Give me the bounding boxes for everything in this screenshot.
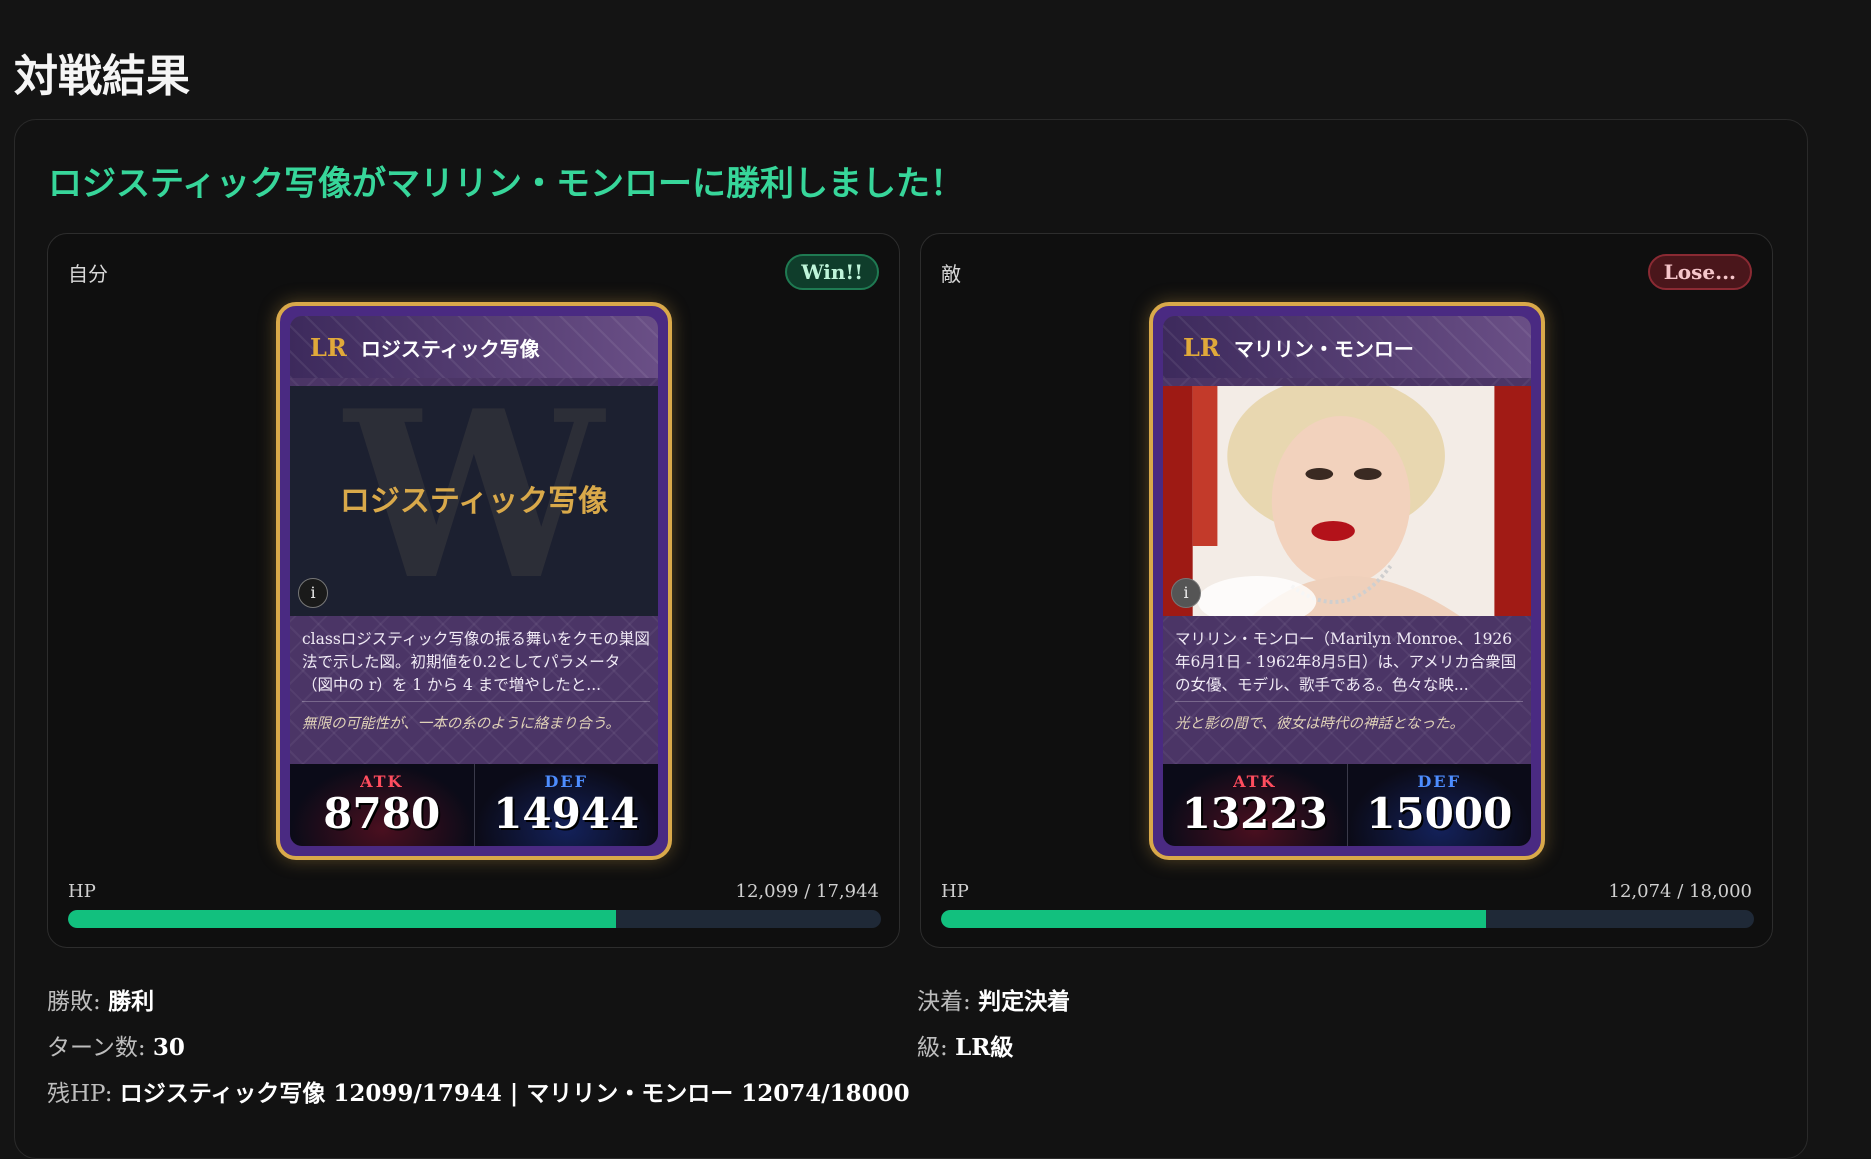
hp-label: HP xyxy=(941,881,969,902)
info-button[interactable]: i xyxy=(298,578,328,608)
outcome-row: 勝敗: 勝利 xyxy=(47,982,154,1016)
player-side-label: 自分 xyxy=(68,262,108,286)
player-card-body: LR ロジスティック写像 W ロジスティック写像 i classロジスティック写… xyxy=(290,316,658,846)
def-value: 15000 xyxy=(1366,789,1513,838)
card-description: classロジスティック写像の振る舞いをクモの巣図法で示した図。初期値を0.2と… xyxy=(302,630,650,694)
card-art: i xyxy=(1163,386,1531,616)
hp-value: 12,074 / 18,000 xyxy=(1608,881,1752,902)
lose-badge: Lose... xyxy=(1647,254,1752,290)
settlement-value: 判定決着 xyxy=(978,988,1071,1015)
hp-bar xyxy=(68,910,881,928)
enemy-side-label: 敵 xyxy=(941,262,961,286)
rank-row: 級: LR級 xyxy=(917,1028,1013,1062)
result-headline: ロジスティック写像がマリリン・モンローに勝利しました！ xyxy=(48,164,964,204)
turns-value: 30 xyxy=(152,1034,185,1061)
rank-value: LR級 xyxy=(955,1034,1014,1061)
atk-value: 13223 xyxy=(1181,789,1328,838)
page-title: 対戦結果 xyxy=(14,51,190,102)
rarity-label: LR xyxy=(1183,332,1220,362)
def-stat: DEF 15000 xyxy=(1346,764,1531,846)
enemy-panel: 敵 Lose... LR マリリン・モンロー i マリリン・モンロー（Maril… xyxy=(920,233,1773,948)
settlement-label: 決着: xyxy=(917,989,979,1015)
player-card[interactable]: LR ロジスティック写像 W ロジスティック写像 i classロジスティック写… xyxy=(276,302,672,860)
enemy-card-body: LR マリリン・モンロー i マリリン・モンロー（Marilyn Monroe、… xyxy=(1163,316,1531,846)
player-panel: 自分 Win!! LR ロジスティック写像 W ロジスティック写像 i clas… xyxy=(47,233,900,948)
outcome-label: 勝敗: xyxy=(47,989,109,1015)
hp-value: 12,099 / 17,944 xyxy=(735,881,879,902)
card-flavor-text: 無限の可能性が、一本の糸のように絡まり合う。 xyxy=(302,716,620,732)
atk-stat: ATK 13223 xyxy=(1163,764,1347,846)
atk-value: 8780 xyxy=(323,789,441,838)
card-description: マリリン・モンロー（Marilyn Monroe、1926年6月1日 - 196… xyxy=(1175,630,1517,694)
rank-label: 級: xyxy=(917,1035,956,1061)
hp-bar xyxy=(941,910,1754,928)
settlement-row: 決着: 判定決着 xyxy=(917,982,1070,1016)
atk-stat: ATK 8780 xyxy=(290,764,474,846)
hp-bar-fill xyxy=(941,910,1487,928)
info-button[interactable]: i xyxy=(1171,578,1201,608)
turns-label: ターン数: xyxy=(47,1035,153,1061)
player-card-header: LR ロジスティック写像 xyxy=(290,316,658,378)
turns-row: ターン数: 30 xyxy=(47,1028,185,1062)
card-stats: ATK 13223 DEF 15000 xyxy=(1163,764,1531,846)
card-flavor-text: 光と影の間で、彼女は時代の神話となった。 xyxy=(1175,716,1464,732)
outcome-value: 勝利 xyxy=(108,988,155,1015)
hp-label: HP xyxy=(68,881,96,902)
card-name: ロジスティック写像 xyxy=(360,336,540,361)
card-divider xyxy=(1175,701,1523,702)
remaining-hp-label: 残HP: xyxy=(47,1081,120,1107)
hp-bar-fill xyxy=(68,910,617,928)
def-stat: DEF 14944 xyxy=(473,764,658,846)
win-badge: Win!! xyxy=(785,254,879,290)
card-art: W ロジスティック写像 i xyxy=(290,386,658,616)
def-value: 14944 xyxy=(493,789,640,838)
card-stats: ATK 8780 DEF 14944 xyxy=(290,764,658,846)
card-divider xyxy=(302,701,650,702)
rarity-label: LR xyxy=(310,332,347,362)
art-title: ロジスティック写像 xyxy=(339,484,609,519)
card-name: マリリン・モンロー xyxy=(1233,336,1414,361)
enemy-card[interactable]: LR マリリン・モンロー i マリリン・モンロー（Marilyn Monroe、… xyxy=(1149,302,1545,860)
remaining-hp-row: 残HP: ロジスティック写像 12099/17944 | マリリン・モンロー 1… xyxy=(47,1074,910,1108)
enemy-card-header: LR マリリン・モンロー xyxy=(1163,316,1531,378)
portrait-image xyxy=(1163,386,1531,616)
remaining-hp-value: ロジスティック写像 12099/17944 | マリリン・モンロー 12074/… xyxy=(119,1080,910,1107)
